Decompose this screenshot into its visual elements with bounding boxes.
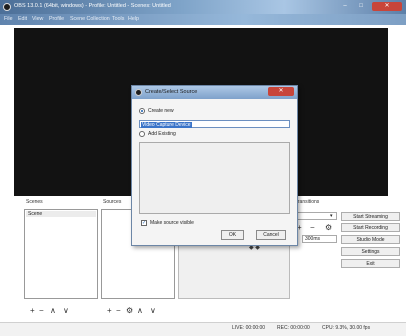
minus-icon[interactable]: − — [39, 306, 44, 316]
duration-value: 300ms — [305, 236, 321, 242]
existing-sources-list[interactable] — [139, 142, 290, 214]
menu-edit[interactable]: Edit — [18, 16, 27, 22]
minus-icon[interactable]: − — [116, 306, 121, 316]
menu-view[interactable]: View — [32, 16, 43, 22]
menu-scene-collection[interactable]: Scene Collection — [70, 16, 110, 22]
ok-button[interactable]: OK — [221, 230, 244, 240]
rec-timer: REC: 00:00:00 — [277, 325, 310, 331]
scenes-list[interactable]: Scene — [24, 209, 98, 299]
add-existing-radio[interactable] — [139, 131, 145, 137]
settings-button[interactable]: Settings — [341, 247, 400, 256]
minimize-button[interactable]: – — [338, 2, 352, 11]
scene-item[interactable]: Scene — [26, 211, 96, 217]
chevron-down-icon: ▾ — [330, 213, 333, 219]
dialog-close-button[interactable]: ✕ — [268, 87, 294, 96]
chevron-up-icon[interactable]: ∧ — [137, 306, 143, 316]
menu-profile[interactable]: Profile — [49, 16, 64, 22]
make-visible-label: Make source visible — [150, 220, 194, 226]
menu-file[interactable]: File — [4, 16, 13, 22]
source-name-value: Video Capture Device — [141, 122, 192, 128]
create-new-radio[interactable] — [139, 108, 145, 114]
window-title: OBS 13.0.1 (64bit, windows) - Profile: U… — [14, 3, 171, 9]
menu-help[interactable]: Help — [128, 16, 139, 22]
create-select-source-dialog: Create/Select Source ✕ Create new Video … — [131, 85, 298, 246]
chevron-down-icon[interactable]: ∨ — [63, 306, 69, 316]
start-recording-button[interactable]: Start Recording — [341, 223, 400, 232]
chevron-up-icon[interactable]: ∧ — [50, 306, 56, 316]
studio-mode-button[interactable]: Studio Mode — [341, 235, 400, 244]
source-name-input[interactable]: Video Capture Device — [139, 120, 290, 128]
chevron-down-icon[interactable]: ∨ — [150, 306, 156, 316]
cancel-button[interactable]: Cancel — [256, 230, 286, 240]
menu-tools[interactable]: Tools — [112, 16, 124, 22]
transition-select[interactable]: ▾ — [295, 212, 337, 220]
create-new-label: Create new — [148, 108, 174, 114]
sources-label: Sources — [103, 199, 122, 205]
make-visible-checkbox[interactable]: ✓ — [141, 220, 147, 226]
obs-logo-icon — [135, 89, 142, 96]
live-timer: LIVE: 00:00:00 — [232, 325, 266, 331]
add-existing-label: Add Existing — [148, 131, 176, 137]
transitions-label: Transitions — [295, 199, 320, 205]
minus-icon[interactable]: − — [310, 223, 315, 233]
cpu-status: CPU: 9.3%, 30.00 fps — [322, 325, 371, 331]
obs-logo-icon — [3, 3, 11, 11]
gear-icon[interactable]: ⚙ — [126, 306, 133, 316]
exit-button[interactable]: Exit — [341, 259, 400, 268]
gear-icon[interactable]: ⚙ — [325, 223, 332, 233]
close-button[interactable]: ✕ — [372, 2, 402, 11]
dialog-title: Create/Select Source — [145, 89, 198, 95]
duration-spinbox[interactable]: 300ms — [302, 235, 337, 243]
plus-icon[interactable]: + — [30, 306, 35, 316]
maximize-button[interactable]: □ — [354, 2, 368, 11]
plus-icon[interactable]: + — [107, 306, 112, 316]
start-streaming-button[interactable]: Start Streaming — [341, 212, 400, 221]
scenes-label: Scenes — [26, 199, 43, 205]
